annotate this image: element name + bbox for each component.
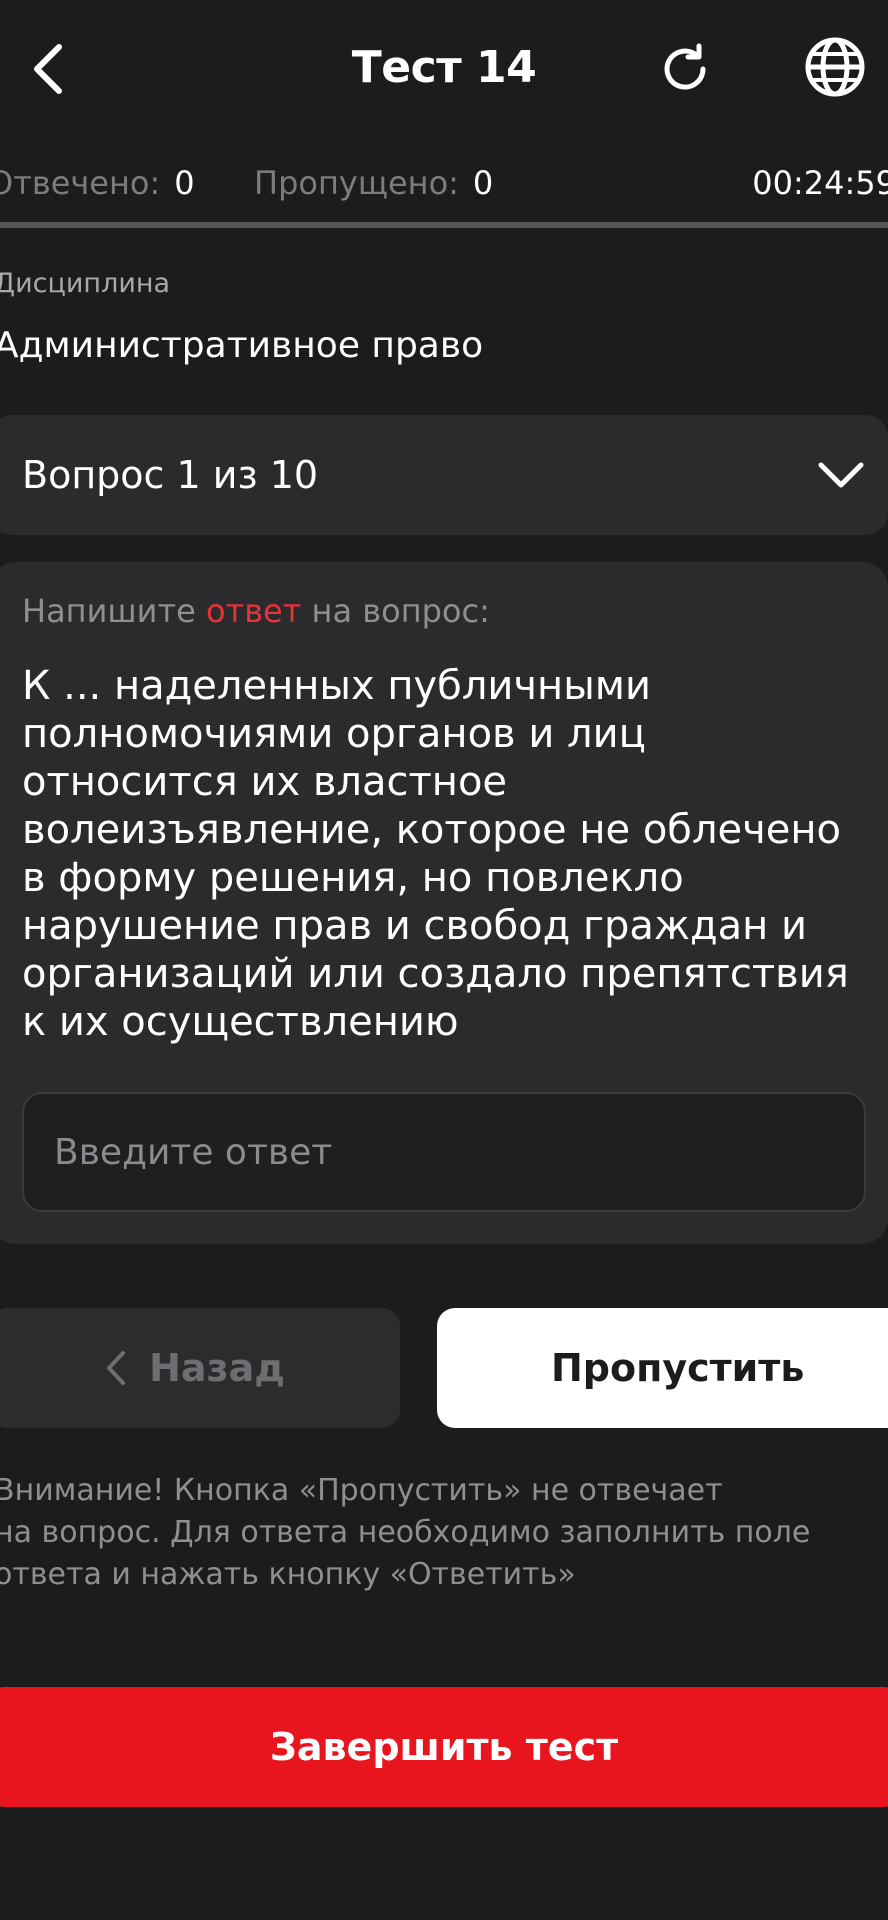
warning-line: на вопрос. Для ответа необходимо заполни… bbox=[0, 1515, 811, 1550]
skip-button[interactable]: Пропустить bbox=[437, 1308, 888, 1428]
prompt-text-after: на вопрос: bbox=[301, 592, 490, 630]
warning-line: Внимание! Кнопка «Пропустить» не отвечае… bbox=[0, 1473, 723, 1508]
discipline-label: Дисциплина bbox=[0, 268, 171, 299]
question-text: К ... наделенных публичными полномочиями… bbox=[22, 663, 849, 1045]
page-title: Тест 14 bbox=[351, 42, 537, 93]
answer-input[interactable] bbox=[22, 1092, 866, 1212]
skip-button-label: Пропустить bbox=[551, 1346, 805, 1390]
progress-track bbox=[0, 222, 888, 228]
chevron-left-icon bbox=[107, 1351, 126, 1385]
test-status-bar: Отвечено: 0 Пропущено: 0 00:24:59 bbox=[0, 160, 888, 210]
back-button-label: Назад bbox=[149, 1346, 285, 1390]
back-button[interactable]: Назад bbox=[0, 1308, 400, 1428]
finish-test-button[interactable]: Завершить тест bbox=[0, 1687, 888, 1807]
prompt-accent-word: ответ bbox=[205, 592, 302, 630]
answer-prompt: Напишите ответ на вопрос: bbox=[22, 592, 490, 630]
answered-counter: Отвечено: 0 bbox=[0, 160, 195, 206]
skipped-value: 0 bbox=[472, 164, 494, 202]
skipped-label: Пропущено: bbox=[254, 164, 459, 202]
warning-line: ответа и нажать кнопку «Ответить» bbox=[0, 1557, 576, 1592]
answered-label: Отвечено: bbox=[0, 164, 161, 202]
discipline-value: Административное право bbox=[0, 325, 484, 366]
question-selector[interactable]: Вопрос 1 из 10 bbox=[0, 415, 888, 535]
app-header: Тест 14 bbox=[0, 0, 888, 140]
question-card: Напишите ответ на вопрос: К ... наделенн… bbox=[0, 562, 888, 1244]
skip-warning: Внимание! Кнопка «Пропустить» не отвечае… bbox=[0, 1470, 884, 1596]
globe-icon[interactable] bbox=[802, 34, 868, 100]
question-selector-label: Вопрос 1 из 10 bbox=[22, 453, 319, 497]
refresh-icon[interactable] bbox=[652, 36, 718, 102]
answered-value: 0 bbox=[174, 164, 195, 202]
finish-test-label: Завершить тест bbox=[269, 1725, 619, 1769]
timer: 00:24:59 bbox=[752, 164, 888, 202]
prompt-text-before: Напишите bbox=[22, 592, 206, 630]
skipped-counter: Пропущено: 0 bbox=[254, 160, 493, 206]
chevron-down-icon bbox=[814, 451, 868, 499]
